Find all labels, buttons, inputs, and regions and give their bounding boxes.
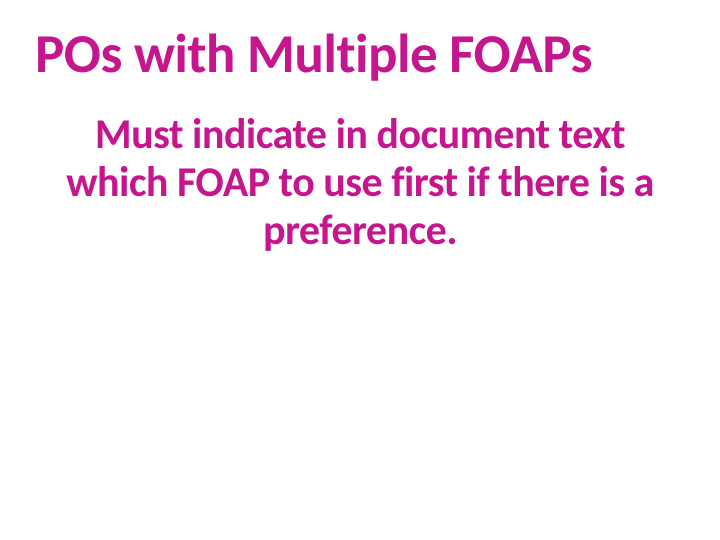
slide-body-text: Must indicate in document text which FOA…	[35, 111, 685, 256]
slide-title: POs with Multiple FOAPs	[35, 25, 685, 83]
